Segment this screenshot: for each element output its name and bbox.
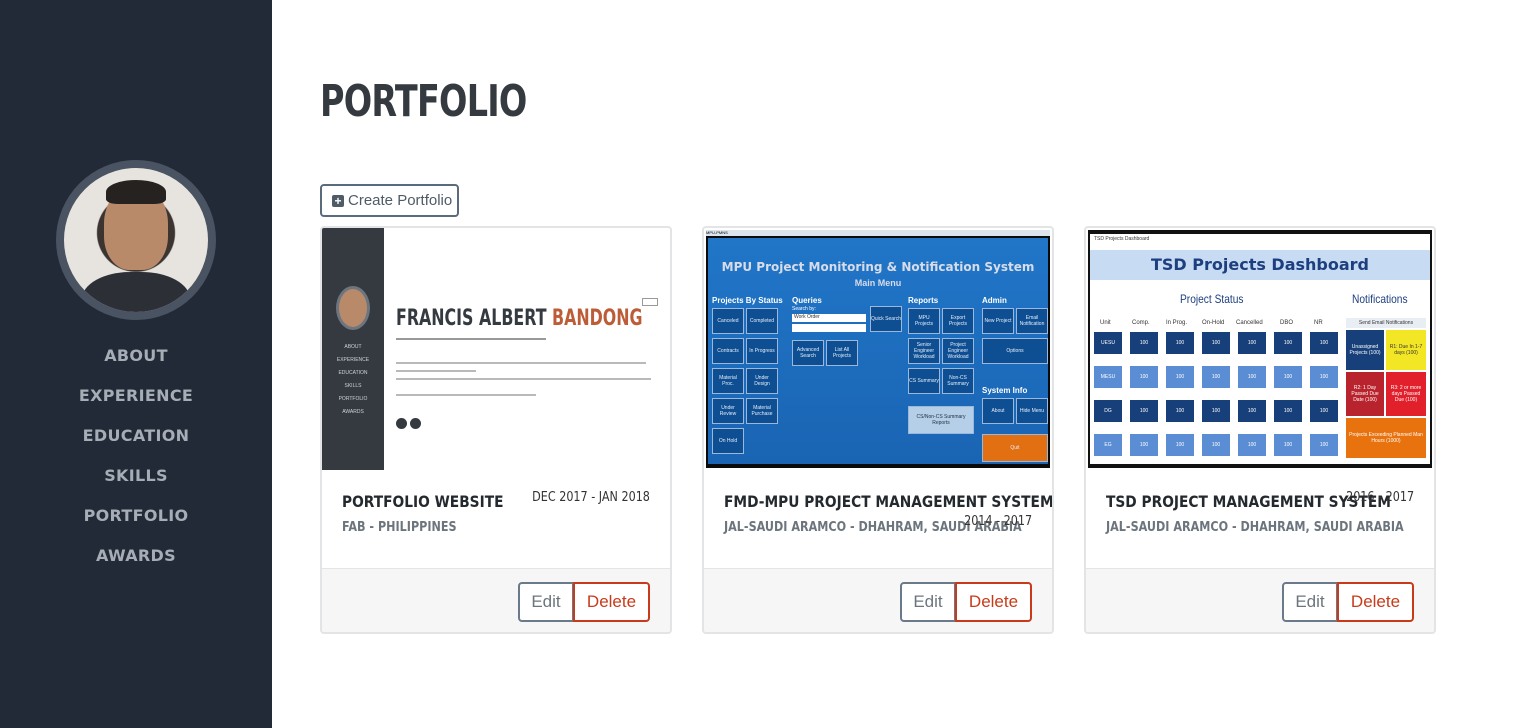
card-title: FMD-MPU PROJECT MANAGEMENT SYSTEM <box>724 492 1054 511</box>
github-icon <box>410 418 421 429</box>
nav-skills[interactable]: SKILLS <box>0 464 272 504</box>
card-subtitle: JAL-SAUDI ARAMCO - DHAHRAM, SAUDI ARABIA <box>1106 520 1404 535</box>
thumbnail-subheading: Main Menu <box>854 278 902 288</box>
delete-button[interactable]: Delete <box>955 582 1032 622</box>
thumbnail-window-title: MPU-PMNS <box>706 230 1050 236</box>
card-date: DEC 2017 - JAN 2018 <box>532 490 650 505</box>
thumbnail-heading: MPU Project Monitoring & Notification Sy… <box>721 260 1035 274</box>
portfolio-thumbnail[interactable]: ABOUT EXPERIENCE EDUCATION SKILLS PORTFO… <box>322 228 670 470</box>
thumbnail-link: EDUCATION <box>338 370 368 376</box>
delete-button[interactable]: Delete <box>573 582 650 622</box>
edit-button[interactable]: Edit <box>518 582 574 622</box>
create-portfolio-label: Create Portfolio <box>348 192 453 209</box>
profile-avatar <box>56 160 216 320</box>
thumbnail-name: FRANCIS ALBERT BANDONG <box>396 306 643 331</box>
plus-square-icon: + <box>332 194 344 207</box>
main-content: PORTFOLIO + Create Portfolio ABOUT EXPER… <box>272 0 1536 728</box>
card-footer: Edit Delete <box>322 568 670 632</box>
portfolio-card: MPU-PMNS MPU Project Monitoring & Notifi… <box>702 226 1054 634</box>
search-dropdown: Work Order <box>792 314 866 322</box>
linkedin-icon <box>396 418 407 429</box>
nav-experience[interactable]: EXPERIENCE <box>0 384 272 424</box>
thumbnail-avatar <box>336 286 370 330</box>
card-date: 2016 - 2017 <box>1345 490 1414 505</box>
portfolio-thumbnail[interactable]: MPU-PMNS MPU Project Monitoring & Notifi… <box>704 228 1052 470</box>
portfolio-card: ABOUT EXPERIENCE EDUCATION SKILLS PORTFO… <box>320 226 672 634</box>
nav-portfolio[interactable]: PORTFOLIO <box>0 504 272 544</box>
delete-button[interactable]: Delete <box>1337 582 1414 622</box>
thumbnail-link: ABOUT <box>344 344 362 350</box>
search-input <box>792 324 866 332</box>
card-date: 2014 - 2017 <box>963 514 1032 529</box>
nav-education[interactable]: EDUCATION <box>0 424 272 464</box>
card-subtitle: FAB - PHILIPPINES <box>342 520 457 535</box>
sidebar: ABOUT EXPERIENCE EDUCATION SKILLS PORTFO… <box>0 0 272 728</box>
thumbnail-corner-icon <box>642 298 658 306</box>
nav-about[interactable]: ABOUT <box>0 344 272 384</box>
thumbnail-link: AWARDS <box>342 409 364 415</box>
edit-button[interactable]: Edit <box>1282 582 1338 622</box>
edit-button[interactable]: Edit <box>900 582 956 622</box>
portfolio-thumbnail[interactable]: TSD Projects Dashboard TSD Projects Dash… <box>1086 228 1434 470</box>
nav-awards[interactable]: AWARDS <box>0 544 272 584</box>
thumbnail-heading: TSD Projects Dashboard <box>1090 250 1430 280</box>
card-footer: Edit Delete <box>1086 568 1434 632</box>
page-title: PORTFOLIO <box>320 76 527 127</box>
card-title: PORTFOLIO WEBSITE <box>342 492 504 511</box>
card-footer: Edit Delete <box>704 568 1052 632</box>
thumbnail-link: PORTFOLIO <box>338 396 368 402</box>
create-portfolio-button[interactable]: + Create Portfolio <box>320 184 459 217</box>
profile-photo <box>64 168 208 312</box>
portfolio-card: TSD Projects Dashboard TSD Projects Dash… <box>1084 226 1436 634</box>
thumbnail-window-title: TSD Projects Dashboard <box>1094 236 1150 242</box>
thumbnail-link: EXPERIENCE <box>336 357 370 363</box>
thumbnail-link: SKILLS <box>344 383 362 389</box>
